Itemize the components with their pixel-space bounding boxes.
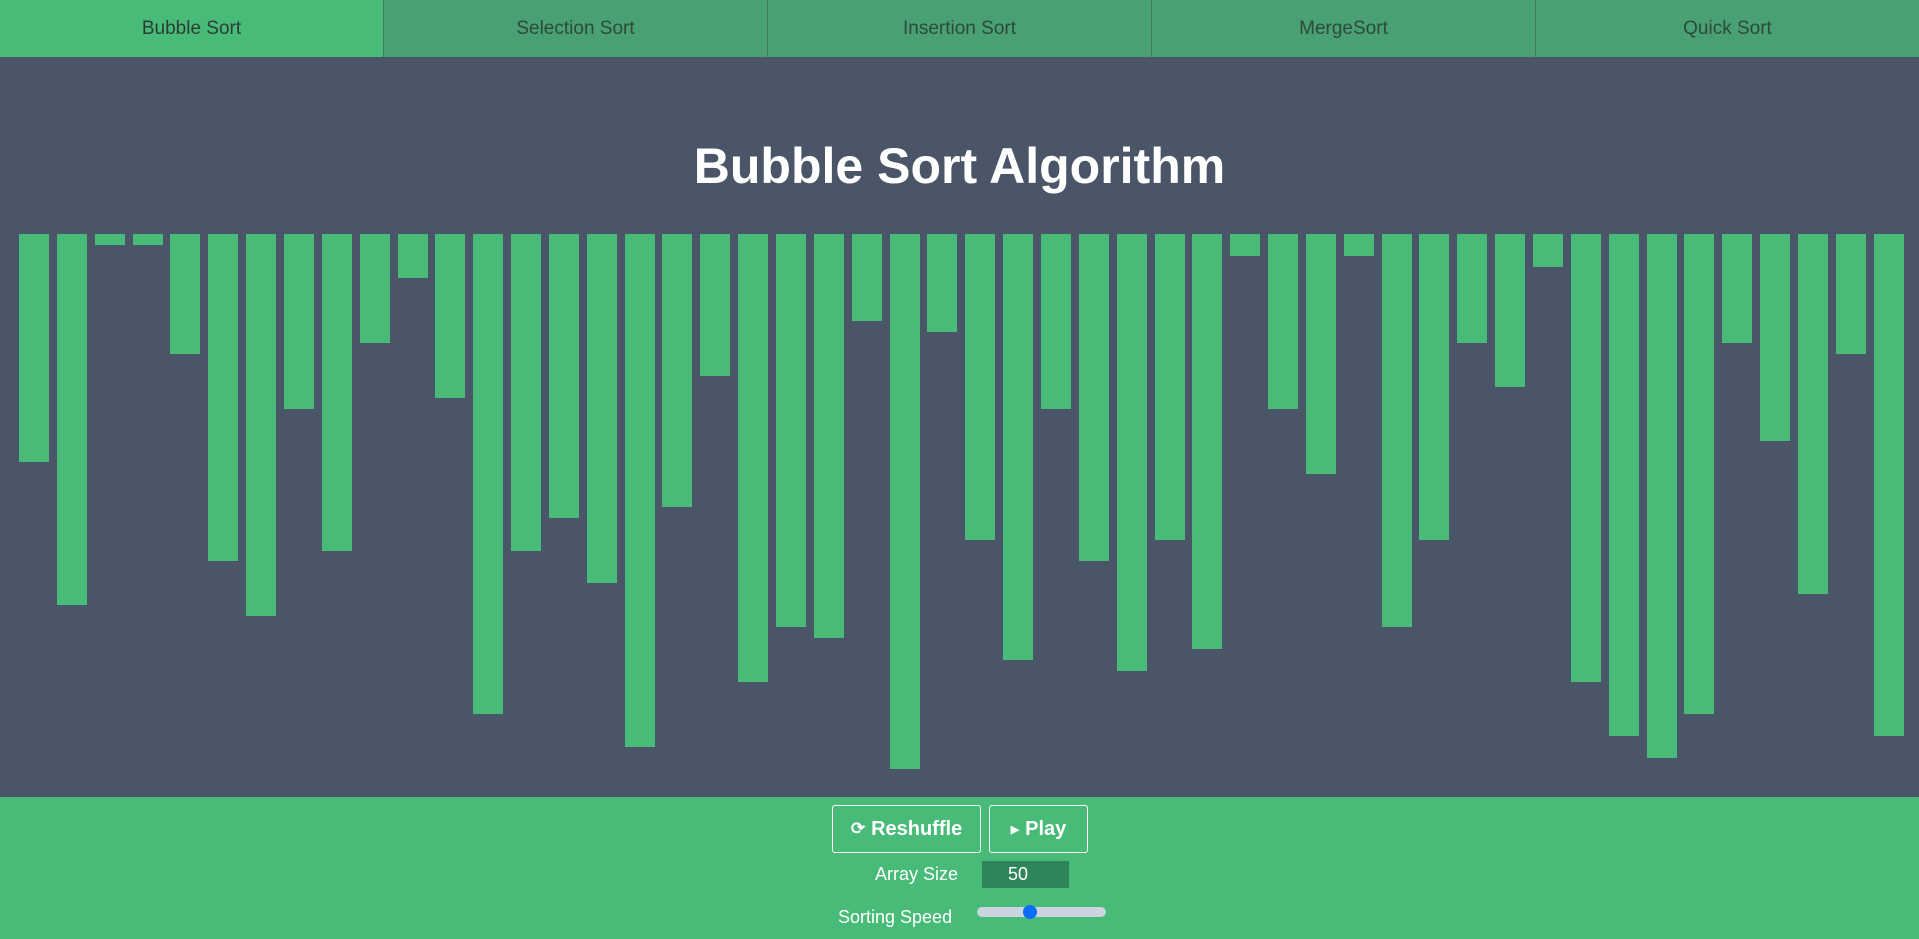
array-bar bbox=[776, 234, 806, 627]
array-bar bbox=[1722, 234, 1753, 343]
array-bar bbox=[132, 234, 163, 245]
array-bar bbox=[208, 234, 239, 561]
array-bar bbox=[283, 234, 314, 409]
array-bar bbox=[813, 234, 844, 638]
array-bar bbox=[700, 234, 731, 376]
play-icon: ▶ bbox=[1010, 823, 1020, 836]
array-bar bbox=[56, 234, 87, 605]
tab-selection-sort[interactable]: Selection Sort bbox=[384, 0, 768, 57]
array-bar bbox=[738, 234, 769, 682]
tab-bubble-sort[interactable]: Bubble Sort bbox=[0, 0, 384, 57]
sorting-speed-slider[interactable] bbox=[977, 905, 1106, 919]
controls-panel: ⟳ Reshuffle ▶ Play Array Size Sorting Sp… bbox=[0, 797, 1919, 939]
array-bar bbox=[1116, 234, 1147, 671]
slider-thumb[interactable] bbox=[1023, 905, 1037, 919]
array-bar bbox=[1381, 234, 1412, 627]
array-bar bbox=[1684, 234, 1715, 714]
tab-quick-sort[interactable]: Quick Sort bbox=[1536, 0, 1919, 57]
array-bar bbox=[511, 234, 542, 551]
array-bar bbox=[170, 234, 201, 354]
array-size-input[interactable] bbox=[982, 861, 1069, 888]
sorting-speed-label: Sorting Speed bbox=[838, 907, 953, 927]
play-button[interactable]: ▶ Play bbox=[989, 805, 1088, 853]
visualizer-stage: Bubble Sort Algorithm bbox=[0, 57, 1919, 797]
bars-container bbox=[0, 234, 1919, 794]
array-bar bbox=[397, 234, 428, 278]
tab-merge-sort[interactable]: MergeSort bbox=[1152, 0, 1536, 57]
array-bar bbox=[1343, 234, 1374, 256]
array-bar bbox=[1760, 234, 1791, 441]
array-bar bbox=[1873, 234, 1904, 736]
array-bar bbox=[1230, 234, 1261, 256]
array-bar bbox=[94, 234, 125, 245]
array-bar bbox=[1457, 234, 1488, 343]
array-bar bbox=[851, 234, 882, 321]
array-bar bbox=[321, 234, 352, 551]
array-bar bbox=[1419, 234, 1450, 540]
page-title: Bubble Sort Algorithm bbox=[693, 138, 1226, 194]
array-bar bbox=[246, 234, 277, 616]
play-label: Play bbox=[1025, 817, 1067, 840]
array-bar bbox=[473, 234, 504, 714]
algorithm-tabs: Bubble Sort Selection Sort Insertion Sor… bbox=[0, 0, 1919, 57]
array-bar bbox=[1154, 234, 1185, 540]
array-bar bbox=[435, 234, 466, 398]
array-bar bbox=[927, 234, 958, 332]
array-bar bbox=[1797, 234, 1828, 594]
array-bar bbox=[1192, 234, 1223, 649]
array-bar bbox=[662, 234, 693, 507]
array-bar bbox=[965, 234, 996, 540]
array-bar bbox=[1533, 234, 1563, 267]
array-bar bbox=[1835, 234, 1866, 354]
refresh-icon: ⟳ bbox=[850, 819, 866, 838]
array-bar bbox=[624, 234, 655, 747]
array-bar bbox=[1040, 234, 1071, 409]
array-bar bbox=[1078, 234, 1109, 561]
tab-insertion-sort[interactable]: Insertion Sort bbox=[768, 0, 1152, 57]
reshuffle-label: Reshuffle bbox=[871, 817, 963, 840]
array-bar bbox=[1305, 234, 1336, 474]
array-bar bbox=[548, 234, 579, 518]
array-bar bbox=[1570, 234, 1601, 682]
array-bar bbox=[1003, 234, 1034, 660]
array-bar bbox=[19, 234, 49, 462]
array-bar bbox=[1495, 234, 1526, 387]
array-bar bbox=[359, 234, 390, 343]
array-size-label: Array Size bbox=[875, 864, 959, 884]
array-bar bbox=[1268, 234, 1299, 409]
array-bar bbox=[1608, 234, 1639, 736]
array-bar bbox=[1646, 234, 1677, 758]
array-bar bbox=[586, 234, 617, 583]
reshuffle-button[interactable]: ⟳ Reshuffle bbox=[832, 805, 981, 853]
array-bar bbox=[889, 234, 920, 769]
